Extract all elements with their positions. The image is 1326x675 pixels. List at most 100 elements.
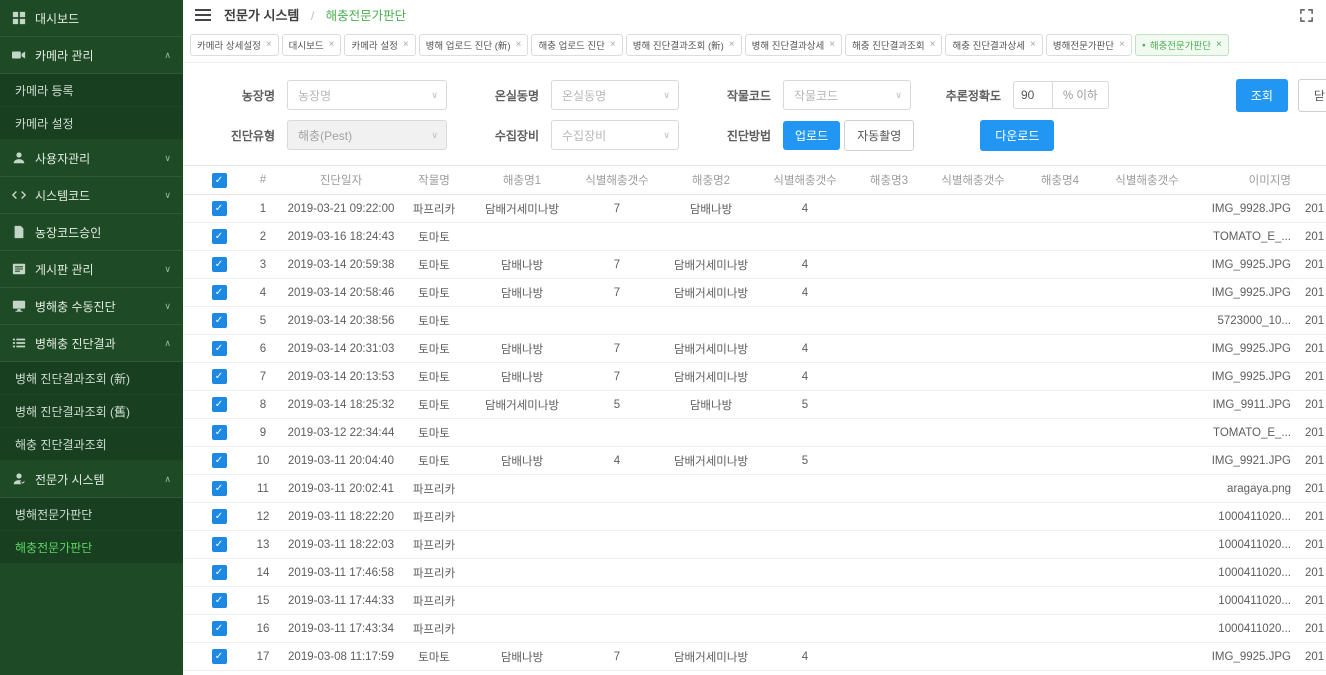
tab-close-icon[interactable]: × xyxy=(266,40,272,50)
tab[interactable]: ●해충전문가판단× xyxy=(1135,34,1229,56)
table-row[interactable]: ✓92019-03-12 22:34:44토마토TOMATO_E_...201 xyxy=(183,419,1326,447)
tab[interactable]: 병해 진단결과조회 (新)× xyxy=(626,34,742,56)
cell-count1: 7 xyxy=(573,363,661,390)
cell-count1: 7 xyxy=(573,335,661,362)
equipment-select[interactable]: 수집장비 ∨ xyxy=(551,120,679,150)
table-row[interactable]: ✓62019-03-14 20:31:03토마토담배나방7담배거세미나방4IMG… xyxy=(183,335,1326,363)
row-checkbox[interactable]: ✓ xyxy=(212,649,227,664)
table-row[interactable]: ✓172019-03-08 11:17:59토마토담배나방7담배거세미나방4IM… xyxy=(183,643,1326,671)
table-row[interactable]: ✓42019-03-14 20:58:46토마토담배나방7담배거세미나방4IMG… xyxy=(183,279,1326,307)
table-row[interactable]: ✓82019-03-14 18:25:32토마토담배거세미나방5담배나방5IMG… xyxy=(183,391,1326,419)
search-button[interactable]: 조회 xyxy=(1236,79,1288,112)
tab-close-icon[interactable]: × xyxy=(1030,40,1036,50)
tab-close-icon[interactable]: × xyxy=(729,40,735,50)
row-checkbox[interactable]: ✓ xyxy=(212,537,227,552)
select-all-checkbox[interactable]: ✓ xyxy=(212,173,227,188)
tab-close-icon[interactable]: × xyxy=(329,40,335,50)
method-auto-button[interactable]: 자동촬영 xyxy=(844,120,914,151)
sidebar-item[interactable]: 카메라 설정 xyxy=(0,107,183,140)
sidebar-item[interactable]: 병해 진단결과조회 (舊) xyxy=(0,395,183,428)
tab-close-icon[interactable]: × xyxy=(930,40,936,50)
fullscreen-icon[interactable] xyxy=(1299,8,1314,23)
row-checkbox[interactable]: ✓ xyxy=(212,565,227,580)
sidebar-item[interactable]: 사용자관리∨ xyxy=(0,140,183,177)
sidebar-item[interactable]: 카메라 관리∧ xyxy=(0,37,183,74)
row-checkbox[interactable]: ✓ xyxy=(212,425,227,440)
sidebar-item[interactable]: 전문가 시스템∧ xyxy=(0,461,183,498)
cell-pest4 xyxy=(1017,419,1103,446)
tab[interactable]: 해충 업로드 진단× xyxy=(531,34,622,56)
table-row[interactable]: ✓102019-03-11 20:04:40토마토담배나방4담배거세미나방5IM… xyxy=(183,447,1326,475)
cell-image: 1000411020... xyxy=(1191,559,1291,586)
tab-close-icon[interactable]: × xyxy=(516,40,522,50)
tab-close-icon[interactable]: × xyxy=(1216,40,1222,50)
cell-count2: 4 xyxy=(761,363,849,390)
checkbox-cell: ✓ xyxy=(197,391,241,418)
download-button[interactable]: 다운로드 xyxy=(980,120,1054,151)
table-row[interactable]: ✓52019-03-14 20:38:56토마토5723000_10...201 xyxy=(183,307,1326,335)
filter-group-farm: 농장명 농장명 ∨ xyxy=(219,80,447,110)
table-row[interactable]: ✓22019-03-16 18:24:43토마토TOMATO_E_...201 xyxy=(183,223,1326,251)
row-checkbox[interactable]: ✓ xyxy=(212,369,227,384)
diagnosis-type-select[interactable]: 해충(Pest) ∨ xyxy=(287,120,447,150)
row-checkbox[interactable]: ✓ xyxy=(212,593,227,608)
tab[interactable]: 카메라 상세설정× xyxy=(190,34,279,56)
row-checkbox[interactable]: ✓ xyxy=(212,257,227,272)
sidebar-item[interactable]: 해충 진단결과조회 xyxy=(0,428,183,461)
accuracy-input[interactable] xyxy=(1013,81,1053,109)
close-button[interactable]: 닫기 xyxy=(1298,79,1326,112)
tab[interactable]: 해충 진단결과상세× xyxy=(945,34,1042,56)
tab[interactable]: 병해 진단결과상세× xyxy=(745,34,842,56)
row-checkbox[interactable]: ✓ xyxy=(212,229,227,244)
tab[interactable]: 카메라 설정× xyxy=(344,34,415,56)
dashboard-icon xyxy=(12,11,35,25)
table-row[interactable]: ✓152019-03-11 17:44:33파프리카1000411020...2… xyxy=(183,587,1326,615)
table-row[interactable]: ✓12019-03-21 09:22:00파프리카담배거세미나방7담배나방4IM… xyxy=(183,195,1326,223)
cell-pest1 xyxy=(471,419,573,446)
sidebar-item[interactable]: 해충전문가판단 xyxy=(0,531,183,564)
table-row[interactable]: ✓122019-03-11 18:22:20파프리카1000411020...2… xyxy=(183,503,1326,531)
sidebar-item[interactable]: 병해 진단결과조회 (新) xyxy=(0,362,183,395)
table-row[interactable]: ✓162019-03-11 17:43:34파프리카1000411020...2… xyxy=(183,615,1326,643)
row-checkbox[interactable]: ✓ xyxy=(212,397,227,412)
menu-icon[interactable] xyxy=(195,9,211,21)
method-upload-button[interactable]: 업로드 xyxy=(783,121,840,150)
table-row[interactable]: ✓112019-03-11 20:02:41파프리카aragaya.png201 xyxy=(183,475,1326,503)
tab[interactable]: 병해전문가판단× xyxy=(1046,34,1132,56)
tab-close-icon[interactable]: × xyxy=(403,40,409,50)
row-checkbox[interactable]: ✓ xyxy=(212,453,227,468)
cell-count3 xyxy=(929,307,1017,334)
farm-select[interactable]: 농장명 ∨ xyxy=(287,80,447,110)
row-checkbox[interactable]: ✓ xyxy=(212,509,227,524)
table-header-row: ✓#진단일자작물명해충명1식별해충갯수해충명2식별해충갯수해충명3식별해충갯수해… xyxy=(183,165,1326,195)
row-checkbox[interactable]: ✓ xyxy=(212,341,227,356)
row-checkbox[interactable]: ✓ xyxy=(212,201,227,216)
sidebar-item[interactable]: 시스템코드∨ xyxy=(0,177,183,214)
tab[interactable]: 대시보드× xyxy=(282,34,342,56)
row-checkbox[interactable]: ✓ xyxy=(212,313,227,328)
table-row[interactable]: ✓32019-03-14 20:59:38토마토담배나방7담배거세미나방4IMG… xyxy=(183,251,1326,279)
cell-extra: 201 xyxy=(1291,419,1326,446)
tab-close-icon[interactable]: × xyxy=(829,40,835,50)
table-row[interactable]: ✓132019-03-11 18:22:03파프리카1000411020...2… xyxy=(183,531,1326,559)
cell-crop: 파프리카 xyxy=(397,559,471,586)
sidebar-item[interactable]: 병해충 수동진단∨ xyxy=(0,288,183,325)
tab-close-icon[interactable]: × xyxy=(1119,40,1125,50)
tab[interactable]: 해충 진단결과조회× xyxy=(845,34,942,56)
sidebar-item[interactable]: 병해전문가판단 xyxy=(0,498,183,531)
row-checkbox[interactable]: ✓ xyxy=(212,481,227,496)
row-checkbox[interactable]: ✓ xyxy=(212,621,227,636)
sidebar-item[interactable]: 게시판 관리∨ xyxy=(0,251,183,288)
sidebar-item[interactable]: 병해충 진단결과∧ xyxy=(0,325,183,362)
tab-close-icon[interactable]: × xyxy=(610,40,616,50)
sidebar-item[interactable]: 카메라 등록 xyxy=(0,74,183,107)
checkbox-cell: ✓ xyxy=(197,195,241,222)
sidebar-item[interactable]: 대시보드 xyxy=(0,0,183,37)
row-checkbox[interactable]: ✓ xyxy=(212,285,227,300)
crop-code-select[interactable]: 작물코드 ∨ xyxy=(783,80,911,110)
tab[interactable]: 병해 업로드 진단 (新)× xyxy=(419,34,529,56)
greenhouse-select[interactable]: 온실동명 ∨ xyxy=(551,80,679,110)
table-row[interactable]: ✓72019-03-14 20:13:53토마토담배나방7담배거세미나방4IMG… xyxy=(183,363,1326,391)
sidebar-item[interactable]: 농장코드승인 xyxy=(0,214,183,251)
table-row[interactable]: ✓142019-03-11 17:46:58파프리카1000411020...2… xyxy=(183,559,1326,587)
